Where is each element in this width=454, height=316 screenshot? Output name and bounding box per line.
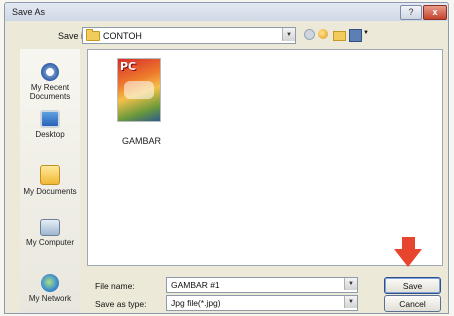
close-button[interactable]: x [423,5,447,20]
views-menu-icon[interactable] [349,29,362,42]
save-as-type-value: Jpg file(*.jpg) [171,298,221,308]
place-label: My Computer [25,238,74,247]
title-bar: Save As ? x [4,2,449,22]
chevron-down-icon[interactable]: ▼ [282,28,295,41]
thumbnail-logo-text: PC [120,60,137,73]
views-chevron-down-icon[interactable]: ▼ [363,30,369,36]
save-in-value: CONTOH [103,31,142,41]
place-desktop[interactable]: Desktop [20,110,80,139]
places-bar: My Recent Documents Desktop My Documents… [20,49,80,313]
place-my-network[interactable]: My Network [20,274,80,303]
save-as-type-dropdown[interactable]: Jpg file(*.jpg) ▼ [166,295,358,311]
chevron-down-icon[interactable]: ▼ [344,278,357,290]
place-my-documents[interactable]: My Documents [20,165,80,196]
file-name-label[interactable]: GAMBAR [122,136,161,146]
my-documents-icon [40,165,60,185]
recent-documents-icon [41,63,59,81]
highlight-arrow-icon [394,249,422,267]
file-name-field-label: File name: [95,281,135,291]
file-name-value[interactable]: GAMBAR #1 [171,280,220,290]
my-computer-icon [40,219,60,236]
new-folder-icon[interactable] [333,31,346,41]
my-network-icon [41,274,59,292]
help-icon: ? [408,7,414,17]
thumbnail-graphic [124,81,154,99]
file-thumbnail[interactable]: PC [117,58,161,122]
place-my-computer[interactable]: My Computer [20,219,80,247]
place-label: My Documents [23,187,77,196]
folder-icon [86,29,100,41]
place-label: My Network [28,294,72,303]
place-label: Desktop [35,130,65,139]
close-icon: x [432,7,438,17]
cancel-button[interactable]: Cancel [384,295,441,312]
window-title: Save As [12,7,46,17]
highlight-arrow-shaft [402,237,415,249]
file-name-input[interactable]: GAMBAR #1 ▼ [166,277,358,293]
desktop-icon [40,110,60,128]
help-button[interactable]: ? [400,5,422,20]
place-label: My Recent Documents [29,83,71,101]
chevron-down-icon[interactable]: ▼ [344,296,357,308]
save-button[interactable]: Save [384,277,441,294]
file-list[interactable]: PC GAMBAR [87,49,443,266]
back-icon[interactable] [304,29,315,40]
place-my-recent-documents[interactable]: My Recent Documents [20,63,80,101]
up-one-level-icon[interactable] [318,29,328,39]
save-in-dropdown[interactable]: CONTOH ▼ [82,27,296,44]
save-as-type-label: Save as type: [95,299,147,309]
